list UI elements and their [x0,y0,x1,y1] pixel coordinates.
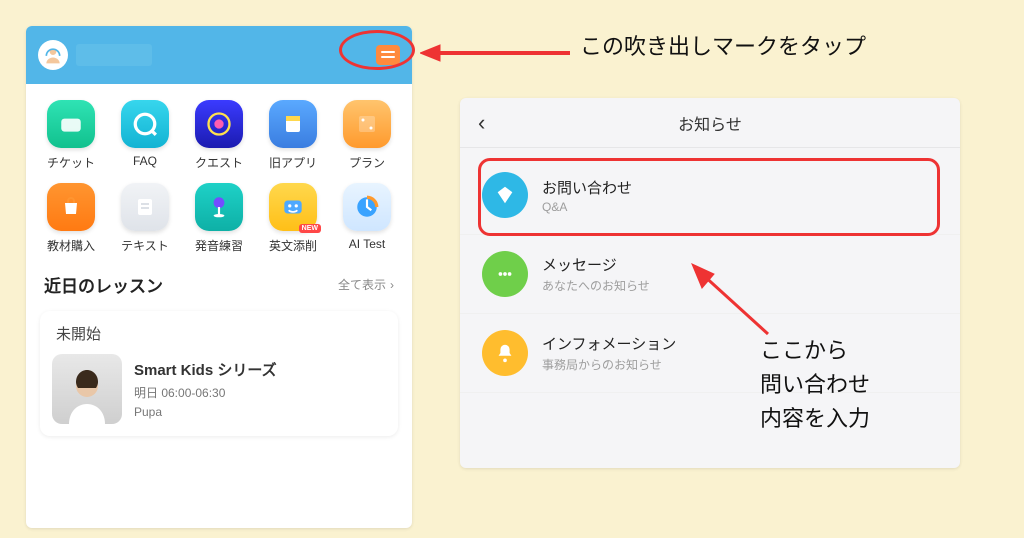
app-label: チケット [47,154,95,171]
app-icon-7 [195,183,243,231]
app-icon-0 [47,100,95,148]
lesson-series: Smart Kids シリーズ [134,359,277,380]
app-icon-9 [343,183,391,231]
avatar[interactable] [38,40,68,70]
app-home-screen: チケット FAQ クエスト 旧アプリ プラン教材購入 テキスト 発音練習 NEW 英文添削 AI … [26,26,412,528]
app-icon-1 [121,100,169,148]
app-icon-8: NEW [269,183,317,231]
lesson-status: 未開始 [56,323,386,344]
noti-title: お問い合わせ [542,177,632,198]
app-icon-grid: チケット FAQ クエスト 旧アプリ プラン教材購入 テキスト 発音練習 NEW 英文添削 AI … [26,84,412,258]
chevron-right-icon: › [390,278,394,292]
app-旧アプリ[interactable]: 旧アプリ [256,100,330,171]
noti-title: メッセージ [542,254,650,275]
noti-icon-diamond [482,172,528,218]
noti-title: インフォメーション [542,333,676,354]
app-icon-2 [195,100,243,148]
app-icon-6 [121,183,169,231]
show-all-link[interactable]: 全て表示 › [338,276,394,293]
app-AI Test[interactable]: AI Test [330,183,404,254]
app-FAQ[interactable]: FAQ [108,100,182,171]
annotation-top-text: この吹き出しマークをタップ [580,30,866,64]
app-icon-4 [343,100,391,148]
noti-item-1[interactable]: メッセージ あなたへのお知らせ [460,235,960,314]
noti-subtitle: Q&A [542,200,632,214]
app-チケット[interactable]: チケット [34,100,108,171]
notifications-screen: ‹ お知らせ お問い合わせ Q&A メッセージ あなたへのお知らせ インフォメー… [460,98,960,468]
app-クエスト[interactable]: クエスト [182,100,256,171]
noti-subtitle: あなたへのお知らせ [542,277,650,294]
new-badge: NEW [299,224,321,233]
app-プラン[interactable]: プラン [330,100,404,171]
notifications-title: お知らせ [678,111,742,135]
lesson-time: 明日 06:00-06:30 [134,384,277,401]
app-教材購入[interactable]: 教材購入 [34,183,108,254]
app-icon-5 [47,183,95,231]
tutor-name: Pupa [134,405,277,419]
annotation-side-text: ここから 問い合わせ 内容を入力 [760,334,870,436]
app-label: FAQ [133,154,157,168]
app-label: 発音練習 [195,237,243,254]
username-blurred [76,44,152,66]
noti-icon-dots [482,251,528,297]
app-発音練習[interactable]: 発音練習 [182,183,256,254]
messages-icon[interactable] [376,45,400,65]
app-label: 旧アプリ [269,154,317,171]
lesson-card[interactable]: 未開始 Smart Kids シリーズ 明日 06:00-06:30 Pupa [40,311,398,436]
noti-subtitle: 事務局からのお知らせ [542,356,676,373]
notifications-list: お問い合わせ Q&A メッセージ あなたへのお知らせ インフォメーション 事務局… [460,148,960,393]
show-all-label: 全て表示 [338,276,386,293]
notifications-nav: ‹ お知らせ [460,98,960,148]
app-label: 教材購入 [47,237,95,254]
app-label: クエスト [195,154,243,171]
annotation-arrow-left [420,40,580,66]
app-label: テキスト [121,237,169,254]
tutor-photo [52,354,122,424]
app-icon-3 [269,100,317,148]
noti-icon-bell [482,330,528,376]
noti-item-2[interactable]: インフォメーション 事務局からのお知らせ [460,314,960,393]
back-button[interactable]: ‹ [478,112,485,134]
app-英文添削[interactable]: NEW 英文添削 [256,183,330,254]
noti-item-0[interactable]: お問い合わせ Q&A [460,156,960,235]
lessons-title: 近日のレッスン [44,272,163,297]
app-テキスト[interactable]: テキスト [108,183,182,254]
app-label: 英文添削 [269,237,317,254]
app-label: AI Test [349,237,385,251]
app-header [26,26,412,84]
lessons-section-header: 近日のレッスン 全て表示 › [26,258,412,305]
app-label: プラン [349,154,385,171]
